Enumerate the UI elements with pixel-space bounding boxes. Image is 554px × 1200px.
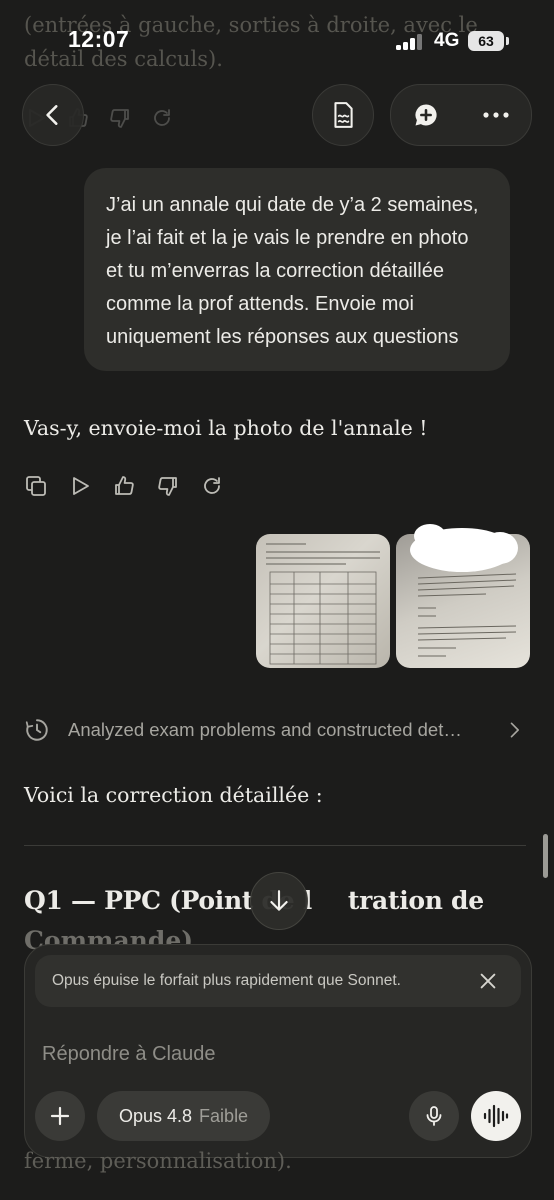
status-time: 12:07	[68, 26, 130, 52]
status-bar: 12:07 4G 63	[0, 0, 554, 82]
copy-icon[interactable]	[24, 474, 48, 498]
thumbs-up-icon[interactable]	[112, 474, 136, 498]
model-effort: Faible	[199, 1105, 249, 1126]
redaction-blob	[410, 524, 518, 572]
more-button[interactable]	[461, 111, 531, 119]
plus-icon	[50, 1106, 70, 1126]
model-selector[interactable]: Opus 4.8 Faible	[97, 1091, 271, 1141]
retry-icon[interactable]	[200, 474, 224, 498]
correction-intro: Voici la correction détaillée :	[24, 783, 323, 807]
usage-notice-text: Opus épuise le forfait plus rapidement q…	[52, 972, 401, 989]
microphone-icon	[426, 1106, 442, 1126]
play-icon[interactable]	[68, 474, 92, 498]
chevron-right-icon	[510, 722, 519, 738]
document-button[interactable]	[312, 84, 374, 146]
signal-icon	[396, 34, 426, 50]
thinking-summary-row[interactable]: Analyzed exam problems and constructed d…	[24, 714, 524, 746]
chat-plus-icon	[415, 104, 437, 126]
background-text-bottom: ferme, personnalisation).	[24, 1149, 292, 1173]
exam-photo-1[interactable]	[256, 534, 390, 668]
voice-mode-button[interactable]	[471, 1091, 521, 1141]
network-label: 4G	[434, 30, 460, 51]
assistant-reply: Vas-y, envoie-moi la photo de l'annale !	[24, 416, 428, 440]
retry-icon	[154, 109, 170, 126]
clock-icon	[25, 719, 48, 741]
q1-heading-end: tration de	[347, 886, 484, 915]
battery-icon: 63	[468, 31, 504, 51]
new-chat-button[interactable]	[391, 101, 461, 129]
close-icon[interactable]	[477, 970, 499, 992]
model-name: Opus 4.8	[119, 1105, 193, 1126]
composer: Opus épuise le forfait plus rapidement q…	[24, 944, 532, 1158]
thumbs-down-icon	[110, 109, 129, 128]
header-actions-pill	[390, 84, 532, 146]
battery-tip	[506, 37, 509, 45]
arrow-down-icon	[270, 890, 288, 911]
back-button[interactable]	[22, 84, 84, 146]
ellipsis-icon	[483, 112, 509, 118]
exam-photo-1-image	[266, 543, 380, 665]
thumbs-down-icon[interactable]	[156, 474, 180, 498]
thinking-summary-label: Analyzed exam problems and constructed d…	[68, 719, 462, 740]
divider	[24, 845, 526, 846]
waveform-icon	[483, 1104, 509, 1128]
reply-input[interactable]: Répondre à Claude	[42, 1043, 215, 1066]
scrollbar-thumb[interactable]	[543, 834, 548, 878]
chevron-left-icon	[46, 105, 58, 125]
add-attachment-button[interactable]	[35, 1091, 85, 1141]
user-message-bubble: J’ai un annale qui date de y’a 2 semaine…	[84, 168, 510, 371]
scroll-to-bottom-button[interactable]	[250, 872, 308, 930]
document-icon	[334, 102, 353, 128]
usage-notice: Opus épuise le forfait plus rapidement q…	[35, 955, 521, 1007]
microphone-button[interactable]	[409, 1091, 459, 1141]
message-actions	[24, 474, 224, 498]
